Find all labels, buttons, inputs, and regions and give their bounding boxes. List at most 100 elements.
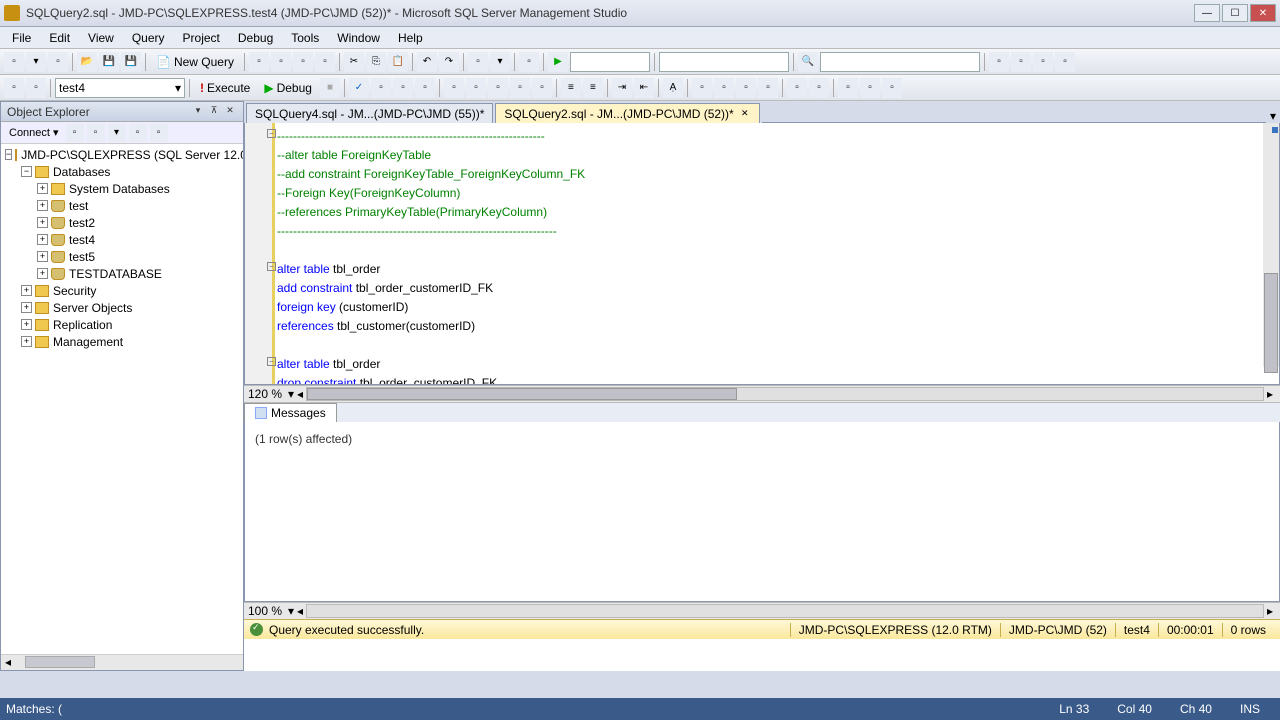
tb2-icon-8[interactable]: ▫ xyxy=(532,78,552,98)
menu-file[interactable]: File xyxy=(4,29,39,47)
tb2-icon-2[interactable]: ▫ xyxy=(393,78,413,98)
tb2-icon-11[interactable]: Ạ xyxy=(663,78,683,98)
tree-db-node[interactable]: + test2 xyxy=(3,214,241,231)
tree-sysdb-node[interactable]: + System Databases xyxy=(3,180,241,197)
tb2-icon-17[interactable]: ▫ xyxy=(809,78,829,98)
tb2-icon-10[interactable]: ≡ xyxy=(583,78,603,98)
expand-icon[interactable]: + xyxy=(37,183,48,194)
new-query-button[interactable]: 📄 New Query xyxy=(150,53,240,71)
tb-icon-11[interactable]: ▫ xyxy=(1055,52,1075,72)
menu-debug[interactable]: Debug xyxy=(230,29,281,47)
tb2-icon-9[interactable]: ≡ xyxy=(561,78,581,98)
find-icon[interactable]: 🔍 xyxy=(798,52,818,72)
expand-icon[interactable]: + xyxy=(37,234,48,245)
object-explorer-tree[interactable]: − JMD-PC\SQLEXPRESS (SQL Server 12.0... … xyxy=(1,144,243,654)
oe-hscrollbar[interactable]: ◂ xyxy=(1,654,243,670)
oe-tb-icon-4[interactable]: ▫ xyxy=(129,124,147,142)
expand-icon[interactable]: + xyxy=(21,319,32,330)
outdent-icon[interactable]: ⇤ xyxy=(634,78,654,98)
tree-server-node[interactable]: − JMD-PC\SQLEXPRESS (SQL Server 12.0... xyxy=(3,146,241,163)
open-icon[interactable]: 📂 xyxy=(77,52,97,72)
tb-icon-3[interactable]: ▫ xyxy=(293,52,313,72)
tree-db-node[interactable]: + TESTDATABASE xyxy=(3,265,241,282)
hscroll-left-icon[interactable]: ◂ xyxy=(294,604,306,618)
expand-icon[interactable]: − xyxy=(5,149,12,160)
dropdown-icon[interactable]: ▾ xyxy=(26,52,46,72)
redo-icon[interactable]: ↷ xyxy=(439,52,459,72)
parse-icon[interactable]: ✓ xyxy=(349,78,369,98)
hscroll-right-icon[interactable]: ▸ xyxy=(1264,387,1276,401)
add-icon[interactable]: ▫ xyxy=(48,52,68,72)
cut-icon[interactable]: ✂ xyxy=(344,52,364,72)
menu-edit[interactable]: Edit xyxy=(41,29,78,47)
menu-project[interactable]: Project xyxy=(175,29,228,47)
tb2-icon-6[interactable]: ▫ xyxy=(488,78,508,98)
tb2-icon-1[interactable]: ▫ xyxy=(371,78,391,98)
tb2-icon-18[interactable]: ▫ xyxy=(838,78,858,98)
tree-db-node[interactable]: + test4 xyxy=(3,231,241,248)
new-project-icon[interactable]: ▫ xyxy=(4,52,24,72)
oe-dropdown-icon[interactable]: ▾ xyxy=(191,105,205,119)
tb2-icon-14[interactable]: ▫ xyxy=(736,78,756,98)
tab-messages[interactable]: Messages xyxy=(244,403,337,422)
tb-icon-8[interactable]: ▫ xyxy=(989,52,1009,72)
tb2-icon-20[interactable]: ▫ xyxy=(882,78,902,98)
menu-window[interactable]: Window xyxy=(329,29,388,47)
oe-tb-icon-1[interactable]: ▫ xyxy=(66,124,84,142)
indent-icon[interactable]: ⇥ xyxy=(612,78,632,98)
tree-serverobj-node[interactable]: + Server Objects xyxy=(3,299,241,316)
tb-icon-7[interactable]: ▫ xyxy=(519,52,539,72)
tb-icon-9[interactable]: ▫ xyxy=(1011,52,1031,72)
debug-button[interactable]: ▶ Debug xyxy=(258,79,318,97)
tb-icon-2[interactable]: ▫ xyxy=(271,52,291,72)
expand-icon[interactable]: + xyxy=(37,200,48,211)
tb2-icon-19[interactable]: ▫ xyxy=(860,78,880,98)
expand-icon[interactable]: + xyxy=(21,336,32,347)
oe-close-icon[interactable]: ✕ xyxy=(223,105,237,119)
expand-icon[interactable]: + xyxy=(37,268,48,279)
tab-close-icon[interactable]: ✕ xyxy=(739,108,751,120)
save-icon[interactable]: 💾 xyxy=(99,52,119,72)
undo-icon[interactable]: ↶ xyxy=(417,52,437,72)
tab-sqlquery2[interactable]: SQLQuery2.sql - JM...(JMD-PC\JMD (52))* … xyxy=(495,103,759,123)
tb-icon-1[interactable]: ▫ xyxy=(249,52,269,72)
tree-management-node[interactable]: + Management xyxy=(3,333,241,350)
menu-help[interactable]: Help xyxy=(390,29,431,47)
outline-collapse-icon[interactable]: − xyxy=(267,129,276,138)
database-combo[interactable]: test4 ▾ xyxy=(55,78,185,98)
oe-pin-icon[interactable]: ⊼ xyxy=(207,105,221,119)
hscroll-right-icon[interactable]: ▸ xyxy=(1264,604,1276,618)
platform-combo[interactable] xyxy=(659,52,789,72)
copy-icon[interactable]: ⎘ xyxy=(366,52,386,72)
tree-db-node[interactable]: + test xyxy=(3,197,241,214)
menu-tools[interactable]: Tools xyxy=(283,29,327,47)
hscroll-left-icon[interactable]: ◂ xyxy=(294,387,306,401)
find-input[interactable] xyxy=(820,52,980,72)
tb-icon-6[interactable]: ▾ xyxy=(490,52,510,72)
connect-button[interactable]: Connect ▾ xyxy=(5,125,63,140)
tabs-dropdown-icon[interactable]: ▾ xyxy=(1266,109,1280,123)
maximize-button[interactable]: ☐ xyxy=(1222,4,1248,22)
tb-icon-4[interactable]: ▫ xyxy=(315,52,335,72)
oe-tb-icon-3[interactable]: ▾ xyxy=(108,124,126,142)
stop-icon[interactable]: ■ xyxy=(320,78,340,98)
tb-icon-10[interactable]: ▫ xyxy=(1033,52,1053,72)
tb2-icon-5[interactable]: ▫ xyxy=(466,78,486,98)
tree-security-node[interactable]: + Security xyxy=(3,282,241,299)
tree-replication-node[interactable]: + Replication xyxy=(3,316,241,333)
code-content[interactable]: ----------------------------------------… xyxy=(275,123,1279,384)
editor-zoom[interactable]: 120 % xyxy=(248,387,288,401)
tb2-icon-12[interactable]: ▫ xyxy=(692,78,712,98)
tb2-icon-7[interactable]: ▫ xyxy=(510,78,530,98)
menu-view[interactable]: View xyxy=(80,29,122,47)
save-all-icon[interactable]: 💾 xyxy=(121,52,141,72)
editor-hscrollbar[interactable] xyxy=(306,387,1264,401)
expand-icon[interactable]: + xyxy=(37,217,48,228)
expand-icon[interactable]: − xyxy=(21,166,32,177)
menu-query[interactable]: Query xyxy=(124,29,173,47)
tb2-icon-15[interactable]: ▫ xyxy=(758,78,778,98)
expand-icon[interactable]: + xyxy=(21,302,32,313)
close-button[interactable]: ✕ xyxy=(1250,4,1276,22)
config-combo[interactable] xyxy=(570,52,650,72)
results-zoom[interactable]: 100 % xyxy=(248,604,288,618)
